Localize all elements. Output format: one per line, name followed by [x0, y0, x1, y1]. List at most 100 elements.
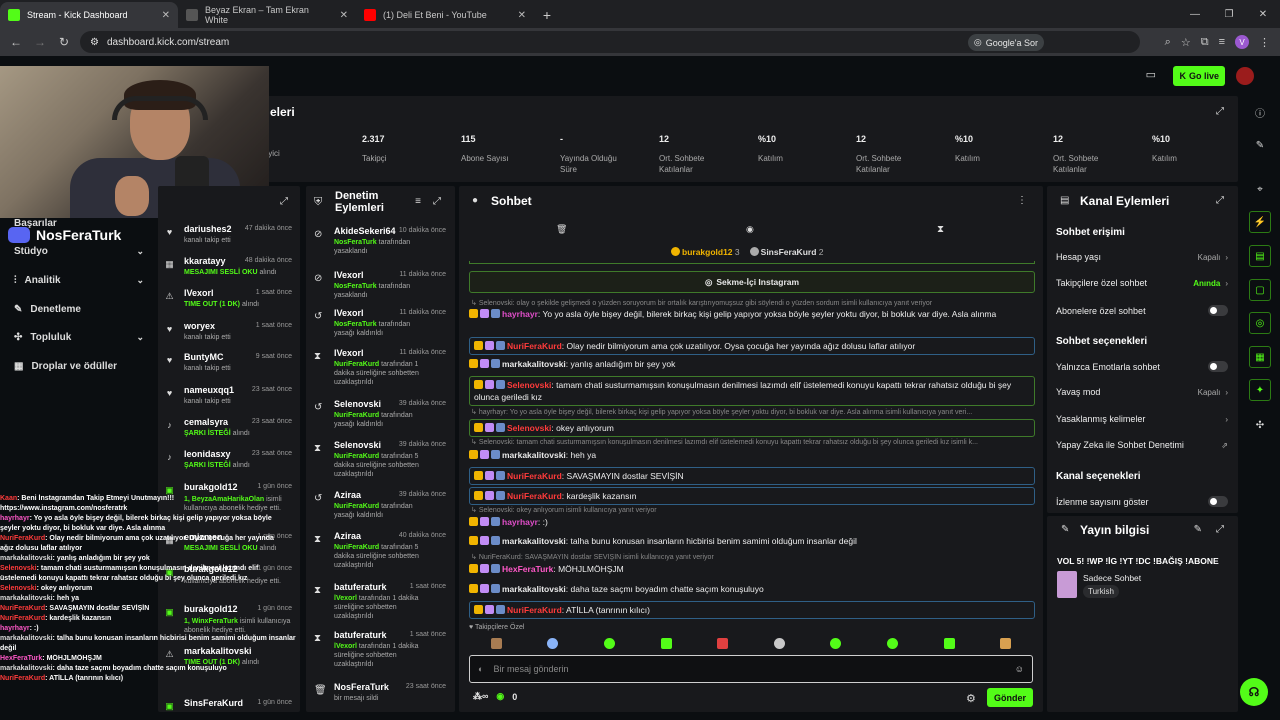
chat-icon[interactable]: ▢	[1249, 279, 1271, 301]
chat-username[interactable]: NuriFeraKurd	[507, 471, 562, 481]
trash-icon[interactable]: 🗑	[556, 224, 567, 235]
zoom-icon[interactable]: ⌕	[1165, 36, 1171, 49]
category-name[interactable]: Sadece Sohbet	[1083, 573, 1141, 583]
chat-message[interactable]: HexFeraTurk: MÖHJLMÖHŞJM	[469, 563, 1035, 575]
emoji-icon[interactable]: ☺	[1015, 664, 1024, 674]
mod-target-user[interactable]: Selenovski	[334, 399, 381, 409]
filter-icon[interactable]: ≡	[415, 196, 421, 207]
activity-user[interactable]: cemalsyra	[184, 417, 228, 427]
chat-tab-icon[interactable]: ◉	[746, 224, 754, 235]
activity-user[interactable]: leonidasxy	[184, 449, 231, 459]
back-icon[interactable]: ←	[4, 35, 28, 49]
media-icon[interactable]: ≡	[1219, 36, 1225, 48]
activity-user[interactable]: SinsFeraKurd	[184, 698, 243, 708]
chat-input[interactable]: ◐ Bir mesaj gönderin ☺	[469, 655, 1033, 683]
mod-target-user[interactable]: lVexorl	[334, 270, 364, 280]
tab-youtube[interactable]: (1) Deli Et Beni - YouTube ✕	[356, 2, 534, 28]
top-user[interactable]: burakgold12 3	[671, 247, 740, 257]
menu-dots-icon[interactable]: ⋮	[1259, 36, 1270, 49]
minimize-icon[interactable]: —	[1178, 0, 1212, 28]
followers-only-select[interactable]: Takipçilere özel sohbet Anında ›	[1056, 278, 1228, 288]
info-icon[interactable]: ⓘ	[1249, 101, 1271, 123]
emote-icon[interactable]	[490, 638, 502, 649]
sidebar-item-analytics[interactable]: ⫶ Analitik ⌄	[14, 275, 144, 286]
new-tab-button[interactable]: +	[534, 2, 560, 28]
pinned-message[interactable]: ◎ Sekme-İçi Instagram	[469, 271, 1035, 293]
chat-message[interactable]: markakalitovski: daha taze saçmı boyadım…	[469, 583, 1035, 595]
settings-gear-icon[interactable]: ⚙	[966, 692, 976, 705]
chat-username[interactable]: markakalitovski	[502, 450, 566, 460]
scan-icon[interactable]: ⌖	[1249, 178, 1271, 200]
google-ask-button[interactable]: ◎ Google'a Sor	[967, 34, 1044, 51]
url-input[interactable]: ⚙ dashboard.kick.com/stream ◎ Google'a So…	[80, 31, 1140, 53]
account-age-select[interactable]: Hesap yaşı Kapalı ›	[1056, 252, 1228, 262]
close-icon[interactable]: ✕	[340, 10, 348, 21]
chat-message[interactable]: markakalitovski: yanlış anladığım bir şe…	[469, 358, 1035, 370]
mod-target-user[interactable]: lVexorl	[334, 308, 364, 318]
chat-username[interactable]: markakalitovski	[502, 359, 566, 369]
chat-message[interactable]: Selenovski: okey anlıyorum	[469, 419, 1035, 437]
forward-icon[interactable]: →	[28, 35, 52, 49]
banned-words-select[interactable]: Yasaklanmış kelimeler ›	[1056, 414, 1228, 424]
slow-mode-select[interactable]: Yavaş mod Kapalı ›	[1056, 387, 1228, 397]
chat-message[interactable]: NuriFeraKurd: Olay nedir bilmiyorum ama …	[469, 337, 1035, 355]
mod-target-user[interactable]: Aziraa	[334, 490, 361, 500]
chat-username[interactable]: markakalitovski	[502, 584, 566, 594]
emote-icon[interactable]	[603, 638, 615, 649]
sidebar-item-moderation[interactable]: ✎ Denetleme	[14, 304, 144, 315]
toggle-switch[interactable]	[1208, 361, 1228, 372]
chat-username[interactable]: NuriFeraKurd	[507, 491, 562, 501]
chat-message[interactable]: hayrhayr: :)	[469, 516, 1035, 528]
mod-target-user[interactable]: lVexorl	[334, 348, 364, 358]
extensions-icon[interactable]: ⧉	[1201, 36, 1209, 49]
activity-user[interactable]: dariushes2	[184, 224, 232, 234]
chat-message[interactable]: markakalitovski: talha bunu konusan insa…	[469, 535, 1035, 547]
mod-target-user[interactable]: batuferaturk	[334, 582, 387, 592]
mod-target-user[interactable]: Selenovski	[334, 440, 381, 450]
expand-icon[interactable]: ⤢	[1216, 524, 1224, 535]
broadcast-icon[interactable]: ◎	[1249, 312, 1271, 334]
expand-icon[interactable]: ⤢	[1216, 106, 1224, 117]
emote-only-toggle[interactable]: Yalnızca Emotlarla sohbet	[1056, 361, 1228, 372]
wrench-icon[interactable]: ✦	[1249, 379, 1271, 401]
mod-target-user[interactable]: Aziraa	[334, 531, 361, 541]
chat-message[interactable]: NuriFeraKurd: ATİLLA (tanrının kılıcı)	[469, 601, 1035, 619]
points-icon[interactable]: ◉	[496, 691, 504, 702]
emote-icon[interactable]	[886, 638, 898, 649]
bookmark-star-icon[interactable]: ☆	[1181, 36, 1191, 49]
list-icon[interactable]: ▦	[1249, 346, 1271, 368]
activity-user[interactable]: burakgold12	[184, 482, 238, 492]
top-user[interactable]: SinsFeraKurd 2	[749, 247, 824, 257]
activity-user[interactable]: kkaratayy	[184, 256, 226, 266]
close-icon[interactable]: ✕	[518, 10, 526, 21]
chat-username[interactable]: Selenovski	[507, 423, 551, 433]
go-live-button[interactable]: K Go live	[1173, 66, 1225, 86]
edit-pencil-icon[interactable]: ✎	[1194, 524, 1202, 535]
chat-username[interactable]: markakalitovski	[502, 536, 566, 546]
profile-avatar[interactable]: V	[1235, 35, 1249, 49]
note-icon[interactable]: ▤	[1249, 245, 1271, 267]
viewer-count-toggle[interactable]: İzlenme sayısını göster	[1056, 496, 1228, 507]
expand-icon[interactable]: ⤢	[1216, 195, 1224, 206]
help-button[interactable]: ☊	[1240, 678, 1268, 706]
chat-username[interactable]: NuriFeraKurd	[507, 341, 562, 351]
close-window-icon[interactable]: ✕	[1246, 0, 1280, 28]
close-icon[interactable]: ✕	[162, 10, 170, 21]
emote-icon[interactable]	[830, 638, 842, 649]
chat-username[interactable]: NuriFeraKurd	[507, 605, 562, 615]
tag-chip[interactable]: Turkish	[1083, 585, 1119, 598]
toggle-switch[interactable]	[1208, 496, 1228, 507]
hourglass-icon[interactable]: ⧗	[937, 224, 944, 235]
activity-user[interactable]: woryex	[184, 321, 215, 331]
mod-target-user[interactable]: NosFeraTurk	[334, 682, 389, 692]
mod-target-user[interactable]: AkideSekeri64	[334, 226, 396, 236]
emote-icon[interactable]	[1000, 638, 1012, 649]
emote-icon[interactable]	[547, 638, 559, 649]
chat-message[interactable]: NuriFeraKurd: kardeşlik kazansın	[469, 487, 1035, 505]
chat-message[interactable]: hayrhayr: Yo yo asla öyle bişey değil, b…	[469, 308, 1035, 320]
activity-user[interactable]: BuntyMC	[184, 352, 224, 362]
tab-white-screen[interactable]: Beyaz Ekran – Tam Ekran White ✕	[178, 2, 356, 28]
user-avatar[interactable]	[1236, 67, 1254, 85]
infinity-icon[interactable]: ⁂∞	[473, 691, 488, 702]
tab-kick-dashboard[interactable]: Stream - Kick Dashboard ✕	[0, 2, 178, 28]
